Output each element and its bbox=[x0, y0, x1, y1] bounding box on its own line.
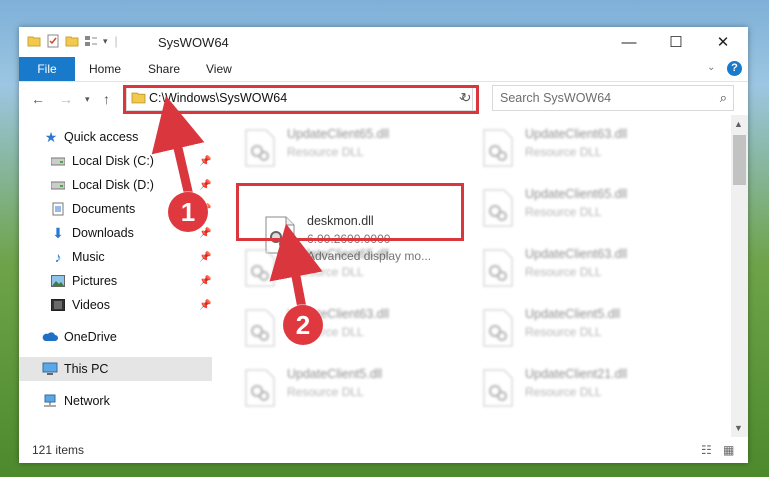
arrow-to-file bbox=[269, 223, 323, 309]
annotation-arrows bbox=[151, 95, 323, 309]
arrow-to-address bbox=[151, 95, 205, 202]
callout-1-badge: 1 bbox=[168, 192, 208, 232]
callout-2-badge: 2 bbox=[283, 305, 323, 345]
